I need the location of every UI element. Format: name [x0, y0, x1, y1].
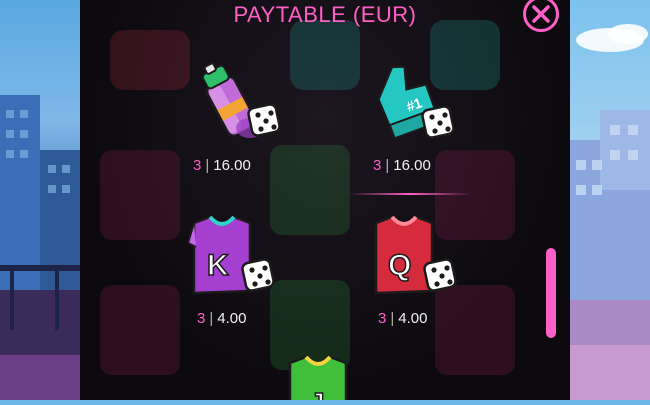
paytable-panel[interactable]: PAYTABLE (EUR) 3 | 16.00 #1 3 | 16.00 K …	[80, 0, 570, 400]
spray-can-symbol-icon	[201, 62, 281, 138]
close-button[interactable]	[523, 0, 559, 32]
jersey-k-letter: K	[207, 249, 229, 282]
jersey-j-symbol-icon: J	[288, 355, 348, 400]
background-city-left	[0, 0, 80, 400]
section-divider	[348, 193, 472, 195]
background-city-right	[570, 0, 650, 400]
jersey-k-symbol-icon: K	[186, 215, 275, 295]
city-buildings-right	[570, 24, 650, 400]
background-reel-symbols	[100, 20, 515, 375]
jersey-q-payout: 3 | 4.00	[378, 310, 428, 327]
jersey-k-payout: 3 | 4.00	[197, 310, 247, 327]
spray-can-payout: 3 | 16.00	[193, 157, 251, 174]
jersey-j-letter: J	[310, 387, 324, 400]
close-icon	[532, 5, 550, 23]
paytable-title: PAYTABLE (EUR)	[233, 2, 417, 27]
foam-finger-symbol-icon: #1	[377, 65, 455, 140]
foam-finger-payout: 3 | 16.00	[373, 157, 431, 174]
jersey-q-letter: Q	[388, 249, 411, 282]
jersey-q-symbol-icon: Q	[374, 215, 457, 295]
city-buildings-left	[0, 95, 80, 400]
scrollbar-thumb[interactable]	[546, 248, 556, 338]
